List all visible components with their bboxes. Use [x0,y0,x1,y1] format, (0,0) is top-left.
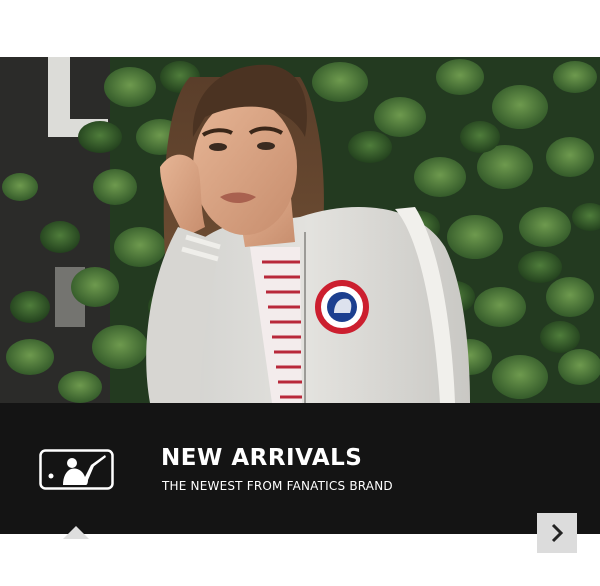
hero-illustration [0,57,600,403]
banner-headline: NEW ARRIVALS [161,445,363,471]
next-slide-button[interactable] [537,513,577,553]
hero-image[interactable] [0,57,600,403]
mlb-batter-logo-icon[interactable] [39,449,114,490]
cubs-patch [315,280,369,334]
chevron-right-icon [551,523,564,543]
slide-pointer-icon [63,526,89,539]
banner-subhead: THE NEWEST FROM FANATICS BRAND [162,479,393,493]
